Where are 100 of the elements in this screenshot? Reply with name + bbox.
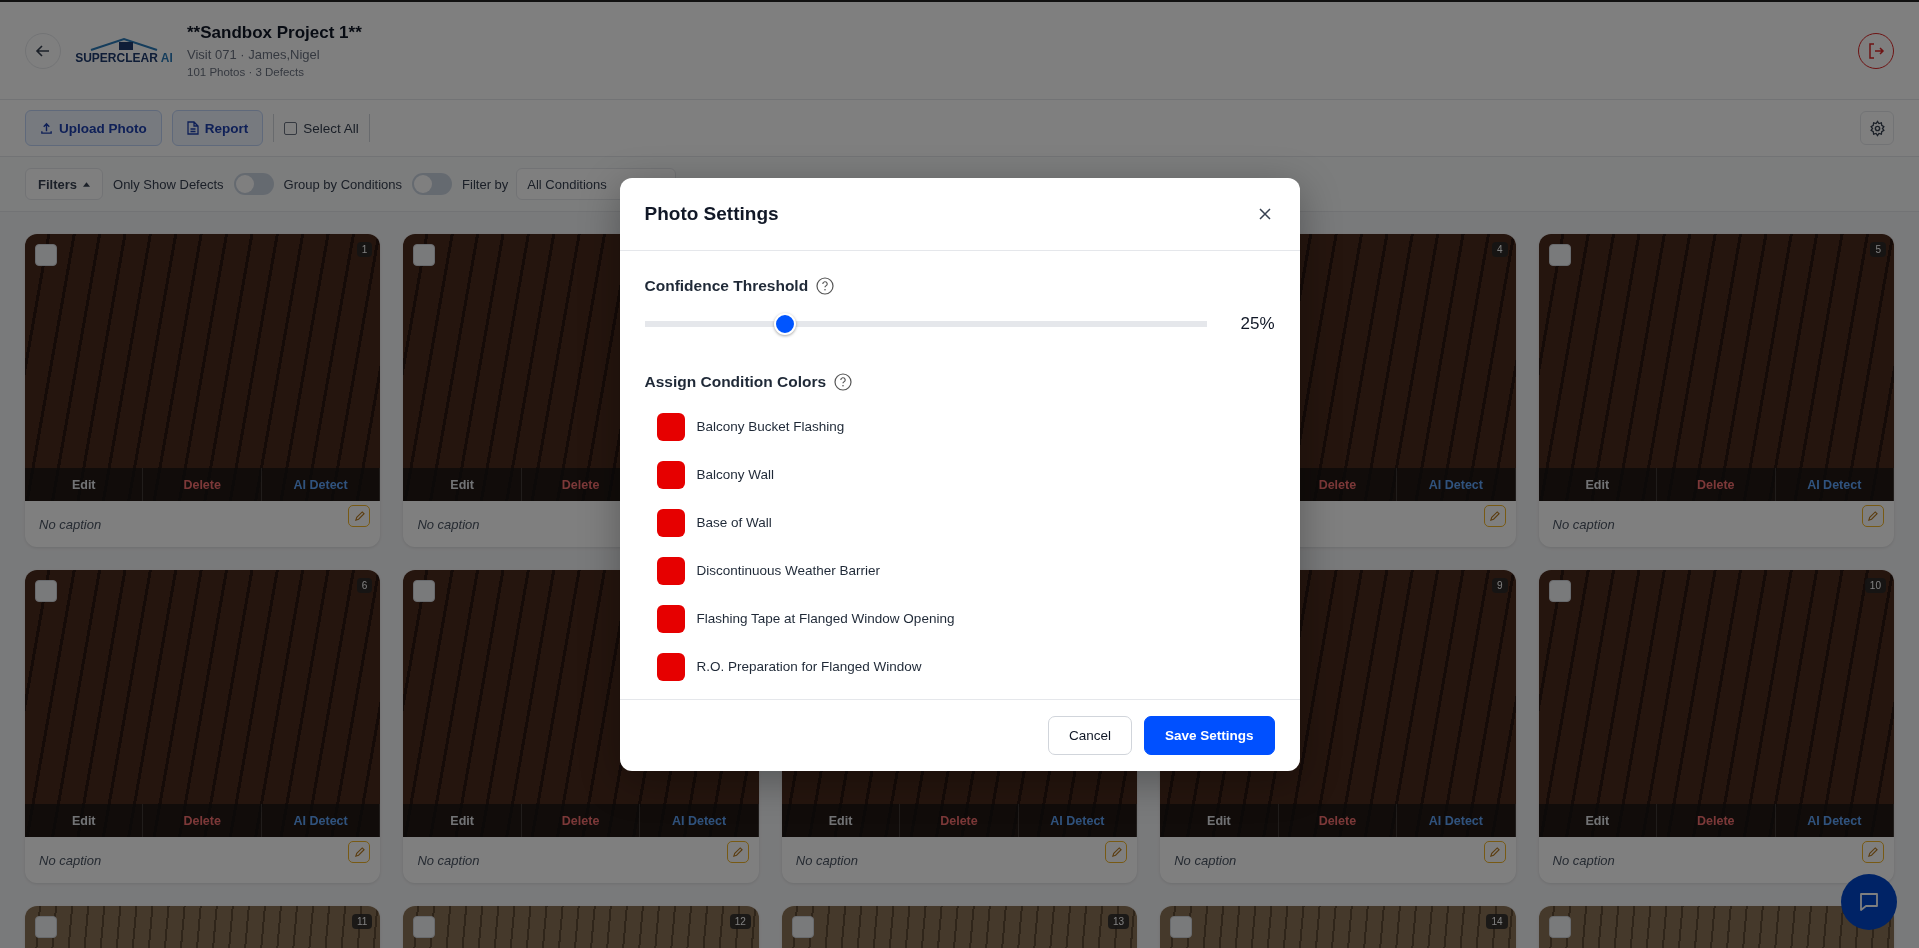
pencil-icon xyxy=(1867,510,1879,522)
photo-number: 6 xyxy=(356,578,373,593)
section-title: Confidence Threshold xyxy=(644,276,809,295)
condition-name: Flashing Tape at Flanged Window Opening xyxy=(696,611,955,626)
checkbox[interactable] xyxy=(284,121,298,135)
edit-caption-button[interactable] xyxy=(1483,505,1506,527)
caption-text: No caption xyxy=(417,852,480,868)
condition-name: Balcony Wall xyxy=(696,467,775,482)
edit-link[interactable]: Edit xyxy=(450,813,474,828)
help-icon[interactable] xyxy=(816,276,835,295)
photo-number: 1 xyxy=(356,242,373,257)
delete-link[interactable]: Delete xyxy=(1318,813,1357,828)
toggle-label: Only Show Defects xyxy=(113,176,224,192)
edit-link[interactable]: Edit xyxy=(828,813,853,828)
color-swatch[interactable] xyxy=(656,556,685,585)
photo-number: 9 xyxy=(1492,578,1508,593)
edit-caption-button[interactable] xyxy=(348,505,371,527)
color-swatch[interactable] xyxy=(656,604,685,633)
color-swatch[interactable] xyxy=(656,412,685,441)
caption-text: No caption xyxy=(39,852,102,868)
logout-button[interactable] xyxy=(1858,32,1894,69)
logo-text: SUPERCLEAR AI xyxy=(75,50,173,65)
pencil-icon xyxy=(1489,510,1501,522)
edit-caption-button[interactable] xyxy=(726,841,749,863)
back-button[interactable] xyxy=(25,32,61,69)
chat-bubble-icon xyxy=(1858,891,1880,913)
caption-text: No caption xyxy=(795,852,858,868)
select-all-label: Select All xyxy=(303,120,359,136)
photo-number: 14 xyxy=(1486,914,1508,929)
edit-caption-button[interactable] xyxy=(348,841,371,863)
edit-link[interactable]: Edit xyxy=(71,477,96,492)
upload-photo-button[interactable]: Upload Photo xyxy=(25,110,162,146)
pencil-icon xyxy=(353,846,365,858)
photo-number: 5 xyxy=(1870,242,1886,257)
threshold-value: 25% xyxy=(1239,313,1275,334)
logout-icon xyxy=(1867,41,1885,60)
settings-button[interactable] xyxy=(1860,111,1894,145)
photo-number: 4 xyxy=(1492,242,1508,257)
delete-link[interactable]: Delete xyxy=(561,813,600,828)
visit-info: Visit 071 · James,Nigel xyxy=(187,47,321,62)
caption-text: No caption xyxy=(39,516,102,532)
edit-link[interactable]: Edit xyxy=(71,813,96,828)
ai-detect-link[interactable]: AI Detect xyxy=(1050,813,1105,828)
condition-name: Base of Wall xyxy=(696,515,772,530)
filter-label: Filter by xyxy=(462,176,509,192)
section-title: Assign Condition Colors xyxy=(644,372,827,391)
edit-caption-button[interactable] xyxy=(1862,841,1884,863)
delete-link[interactable]: Delete xyxy=(561,477,600,492)
toggle-label: Group by Conditions xyxy=(283,176,403,192)
back-arrow-icon xyxy=(35,42,51,59)
toggle-switch[interactable] xyxy=(233,173,274,195)
upload-icon xyxy=(40,121,53,135)
edit-link[interactable]: Edit xyxy=(1207,813,1231,828)
ai-detect-link[interactable]: AI Detect xyxy=(1428,477,1483,492)
color-swatch[interactable] xyxy=(656,652,685,681)
edit-link[interactable]: Edit xyxy=(1585,813,1610,828)
help-icon[interactable] xyxy=(834,372,853,391)
ai-detect-link[interactable]: AI Detect xyxy=(1807,477,1862,492)
edit-caption-button[interactable] xyxy=(1483,841,1506,863)
delete-link[interactable]: Delete xyxy=(183,813,221,828)
pencil-icon xyxy=(1867,846,1879,858)
caption-text: No caption xyxy=(1174,852,1237,868)
report-button[interactable]: Report xyxy=(171,110,264,146)
photo-number: 12 xyxy=(729,914,751,929)
toggle-switch[interactable] xyxy=(412,173,453,195)
photo-number: 13 xyxy=(1108,914,1130,929)
ai-detect-link[interactable]: AI Detect xyxy=(1428,813,1483,828)
delete-link[interactable]: Delete xyxy=(1697,813,1735,828)
photo-number: 11 xyxy=(352,914,373,929)
edit-caption-button[interactable] xyxy=(1862,505,1884,527)
pencil-icon xyxy=(732,846,744,858)
pencil-icon xyxy=(353,510,365,522)
caption-text: No caption xyxy=(1552,852,1615,868)
ai-detect-link[interactable]: AI Detect xyxy=(293,477,348,492)
condition-name: Balcony Bucket Flashing xyxy=(696,419,845,434)
cancel-button[interactable]: Cancel xyxy=(1047,715,1132,755)
delete-link[interactable]: Delete xyxy=(1697,477,1735,492)
delete-link[interactable]: Delete xyxy=(1318,477,1357,492)
settings-icon xyxy=(1868,119,1886,137)
roof-logo-icon xyxy=(89,36,159,51)
color-swatch[interactable] xyxy=(656,508,685,537)
caption-text: No caption xyxy=(1552,516,1615,532)
ai-detect-link[interactable]: AI Detect xyxy=(671,813,727,828)
edit-link[interactable]: Edit xyxy=(1585,477,1610,492)
color-swatch[interactable] xyxy=(656,460,685,489)
ai-detect-link[interactable]: AI Detect xyxy=(293,813,348,828)
filters-button[interactable]: Filters xyxy=(25,168,103,200)
delete-link[interactable]: Delete xyxy=(183,477,221,492)
condition-name: R.O. Preparation for Flanged Window xyxy=(696,659,922,674)
close-icon xyxy=(1258,207,1271,220)
slider-thumb[interactable] xyxy=(774,312,796,335)
ai-detect-link[interactable]: AI Detect xyxy=(1807,813,1862,828)
delete-link[interactable]: Delete xyxy=(940,813,978,828)
condition-name: Discontinuous Weather Barrier xyxy=(696,563,881,578)
photo-number: 10 xyxy=(1864,578,1886,593)
edit-link[interactable]: Edit xyxy=(450,477,474,492)
caret-icon xyxy=(83,181,90,187)
edit-caption-button[interactable] xyxy=(1105,841,1128,863)
document-icon xyxy=(186,121,199,135)
save-button[interactable]: Save Settings xyxy=(1143,715,1275,755)
